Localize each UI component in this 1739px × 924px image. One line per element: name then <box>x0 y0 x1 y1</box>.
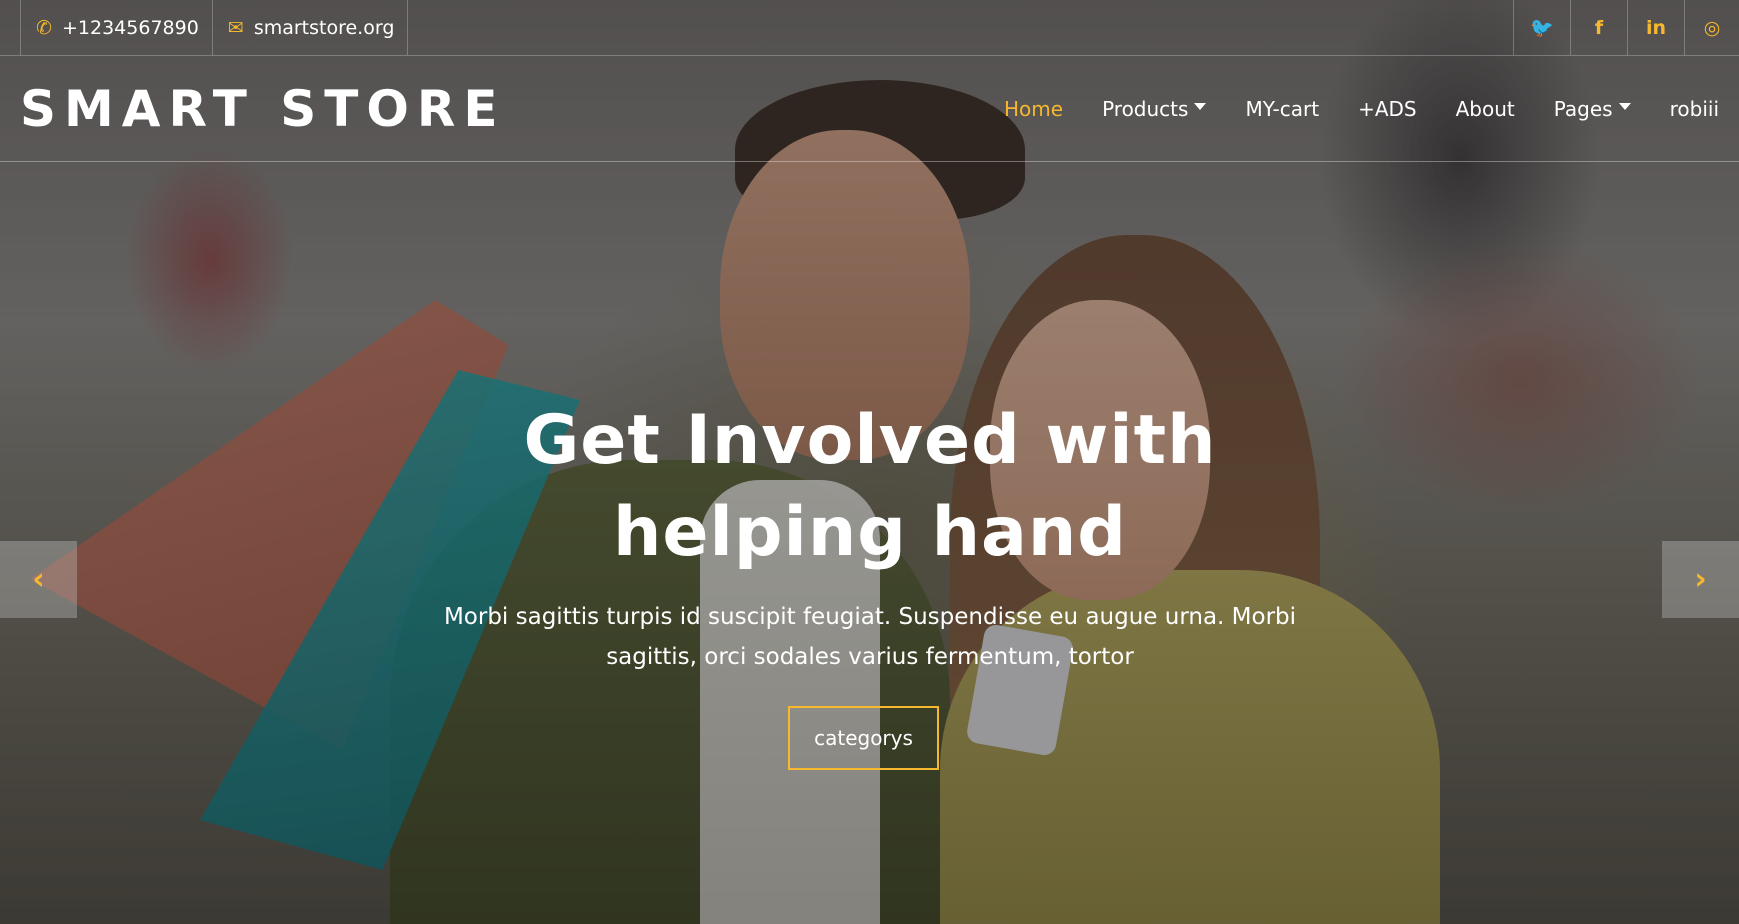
facebook-icon[interactable]: f <box>1570 0 1627 55</box>
nav-item-my-cart[interactable]: MY-cart <box>1245 97 1319 121</box>
instagram-icon[interactable]: ◎ <box>1684 0 1739 55</box>
envelope-icon: ✉ <box>227 16 244 39</box>
nav-menu: Home Products MY-cart +ADS About Pages r… <box>965 97 1719 121</box>
nav-item-label: Pages <box>1553 96 1613 121</box>
nav-item-label: robiii <box>1669 96 1719 121</box>
nav-item-products[interactable]: Products <box>1102 96 1207 121</box>
nav-item-label: MY-cart <box>1245 96 1320 121</box>
nav-item-about[interactable]: About <box>1456 97 1515 121</box>
main-navbar: SMART STORE Home Products MY-cart +ADS A… <box>0 56 1739 162</box>
phone-icon: ✆ <box>36 16 52 39</box>
nav-item-home[interactable]: Home <box>1004 97 1063 121</box>
chevron-right-icon: › <box>1694 562 1707 597</box>
top-contact-bar: ✆ +1234567890 ✉ smartstore.org 🐦 f in ◎ <box>0 0 1739 56</box>
hero-title: Get Involved with helping hand <box>370 395 1370 579</box>
nav-item-user[interactable]: robiii <box>1670 97 1719 121</box>
nav-item-label: About <box>1455 96 1515 121</box>
nav-item-ads[interactable]: +ADS <box>1358 97 1417 121</box>
nav-item-pages[interactable]: Pages <box>1554 97 1631 121</box>
nav-item-label: Products <box>1102 96 1189 121</box>
linkedin-icon[interactable]: in <box>1627 0 1684 55</box>
contact-info: ✆ +1234567890 ✉ smartstore.org <box>20 0 409 55</box>
carousel-prev-button[interactable]: ‹ <box>0 541 77 618</box>
phone-contact[interactable]: ✆ +1234567890 <box>20 0 212 55</box>
phone-number: +1234567890 <box>62 16 199 39</box>
page: ✆ +1234567890 ✉ smartstore.org 🐦 f in ◎ … <box>0 0 1739 924</box>
email-address: smartstore.org <box>253 16 395 39</box>
nav-item-label: +ADS <box>1358 96 1417 121</box>
caret-down-icon <box>1194 103 1207 110</box>
chevron-left-icon: ‹ <box>32 562 45 597</box>
hero-description: Morbi sagittis turpis id suscipit feugia… <box>443 604 1297 670</box>
social-links: 🐦 f in ◎ <box>1513 0 1739 55</box>
caret-down-icon <box>1618 103 1631 110</box>
hero-title-line-2: helping hand <box>613 493 1127 572</box>
carousel-next-button[interactable]: › <box>1662 541 1739 618</box>
twitter-icon[interactable]: 🐦 <box>1513 0 1570 55</box>
nav-item-label: Home <box>1004 96 1064 121</box>
email-contact[interactable]: ✉ smartstore.org <box>211 0 409 55</box>
hero-title-line-1: Get Involved with <box>523 401 1217 480</box>
brand-logo[interactable]: SMART STORE <box>20 80 506 138</box>
categorys-button[interactable]: categorys <box>788 706 939 770</box>
